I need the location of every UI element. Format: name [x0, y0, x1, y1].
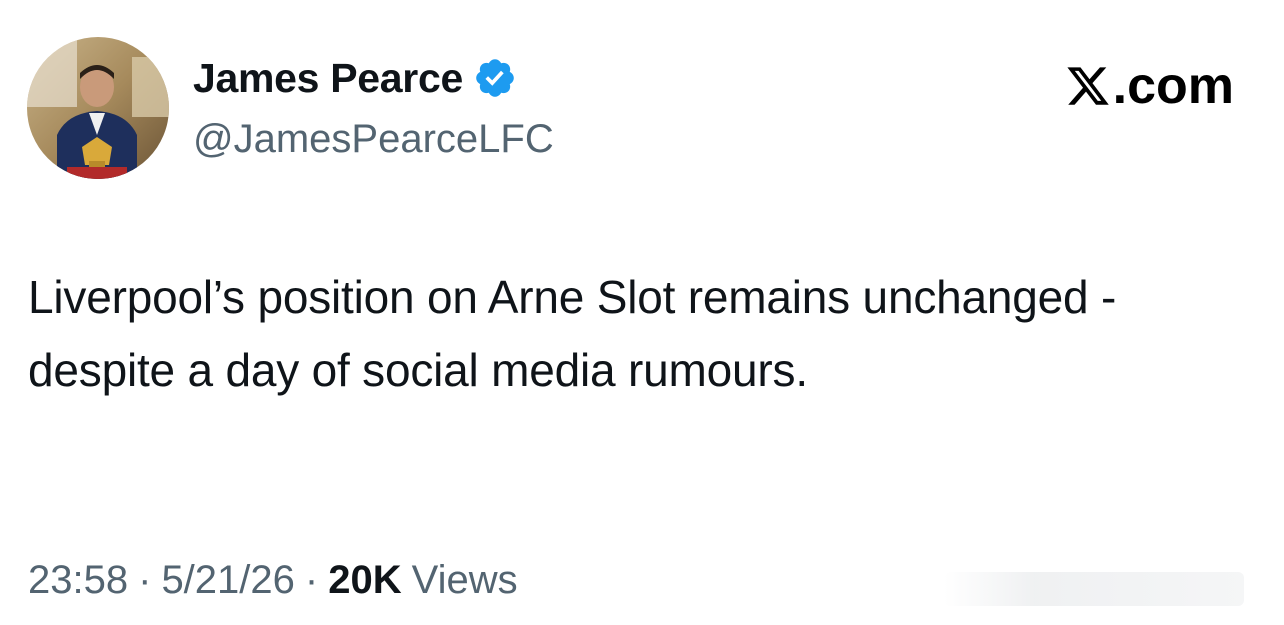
avatar[interactable]: [27, 37, 169, 179]
tweet-card: James Pearce @JamesPearceLFC .com Liverp…: [0, 0, 1284, 625]
x-brand: .com: [1065, 56, 1234, 116]
tweet-meta: 23:58 · 5/21/26 · 20K Views: [28, 554, 518, 606]
watermark: [944, 572, 1244, 606]
tweet-time[interactable]: 23:58: [28, 554, 128, 606]
x-logo-icon: [1065, 62, 1111, 110]
views-label: Views: [411, 558, 518, 602]
meta-separator: ·: [304, 558, 319, 602]
author-handle[interactable]: @JamesPearceLFC: [193, 113, 554, 165]
avatar-image: [27, 37, 169, 179]
author-name-row: James Pearce: [193, 52, 517, 104]
tweet-text: Liverpool’s position on Arne Slot remain…: [28, 271, 1117, 396]
views-count: 20K: [328, 558, 402, 602]
x-brand-domain: .com: [1112, 57, 1234, 115]
meta-separator: ·: [138, 558, 152, 602]
author-display-name[interactable]: James Pearce: [193, 52, 463, 104]
verified-badge-icon: [473, 56, 517, 100]
tweet-date[interactable]: 5/21/26: [161, 554, 294, 606]
